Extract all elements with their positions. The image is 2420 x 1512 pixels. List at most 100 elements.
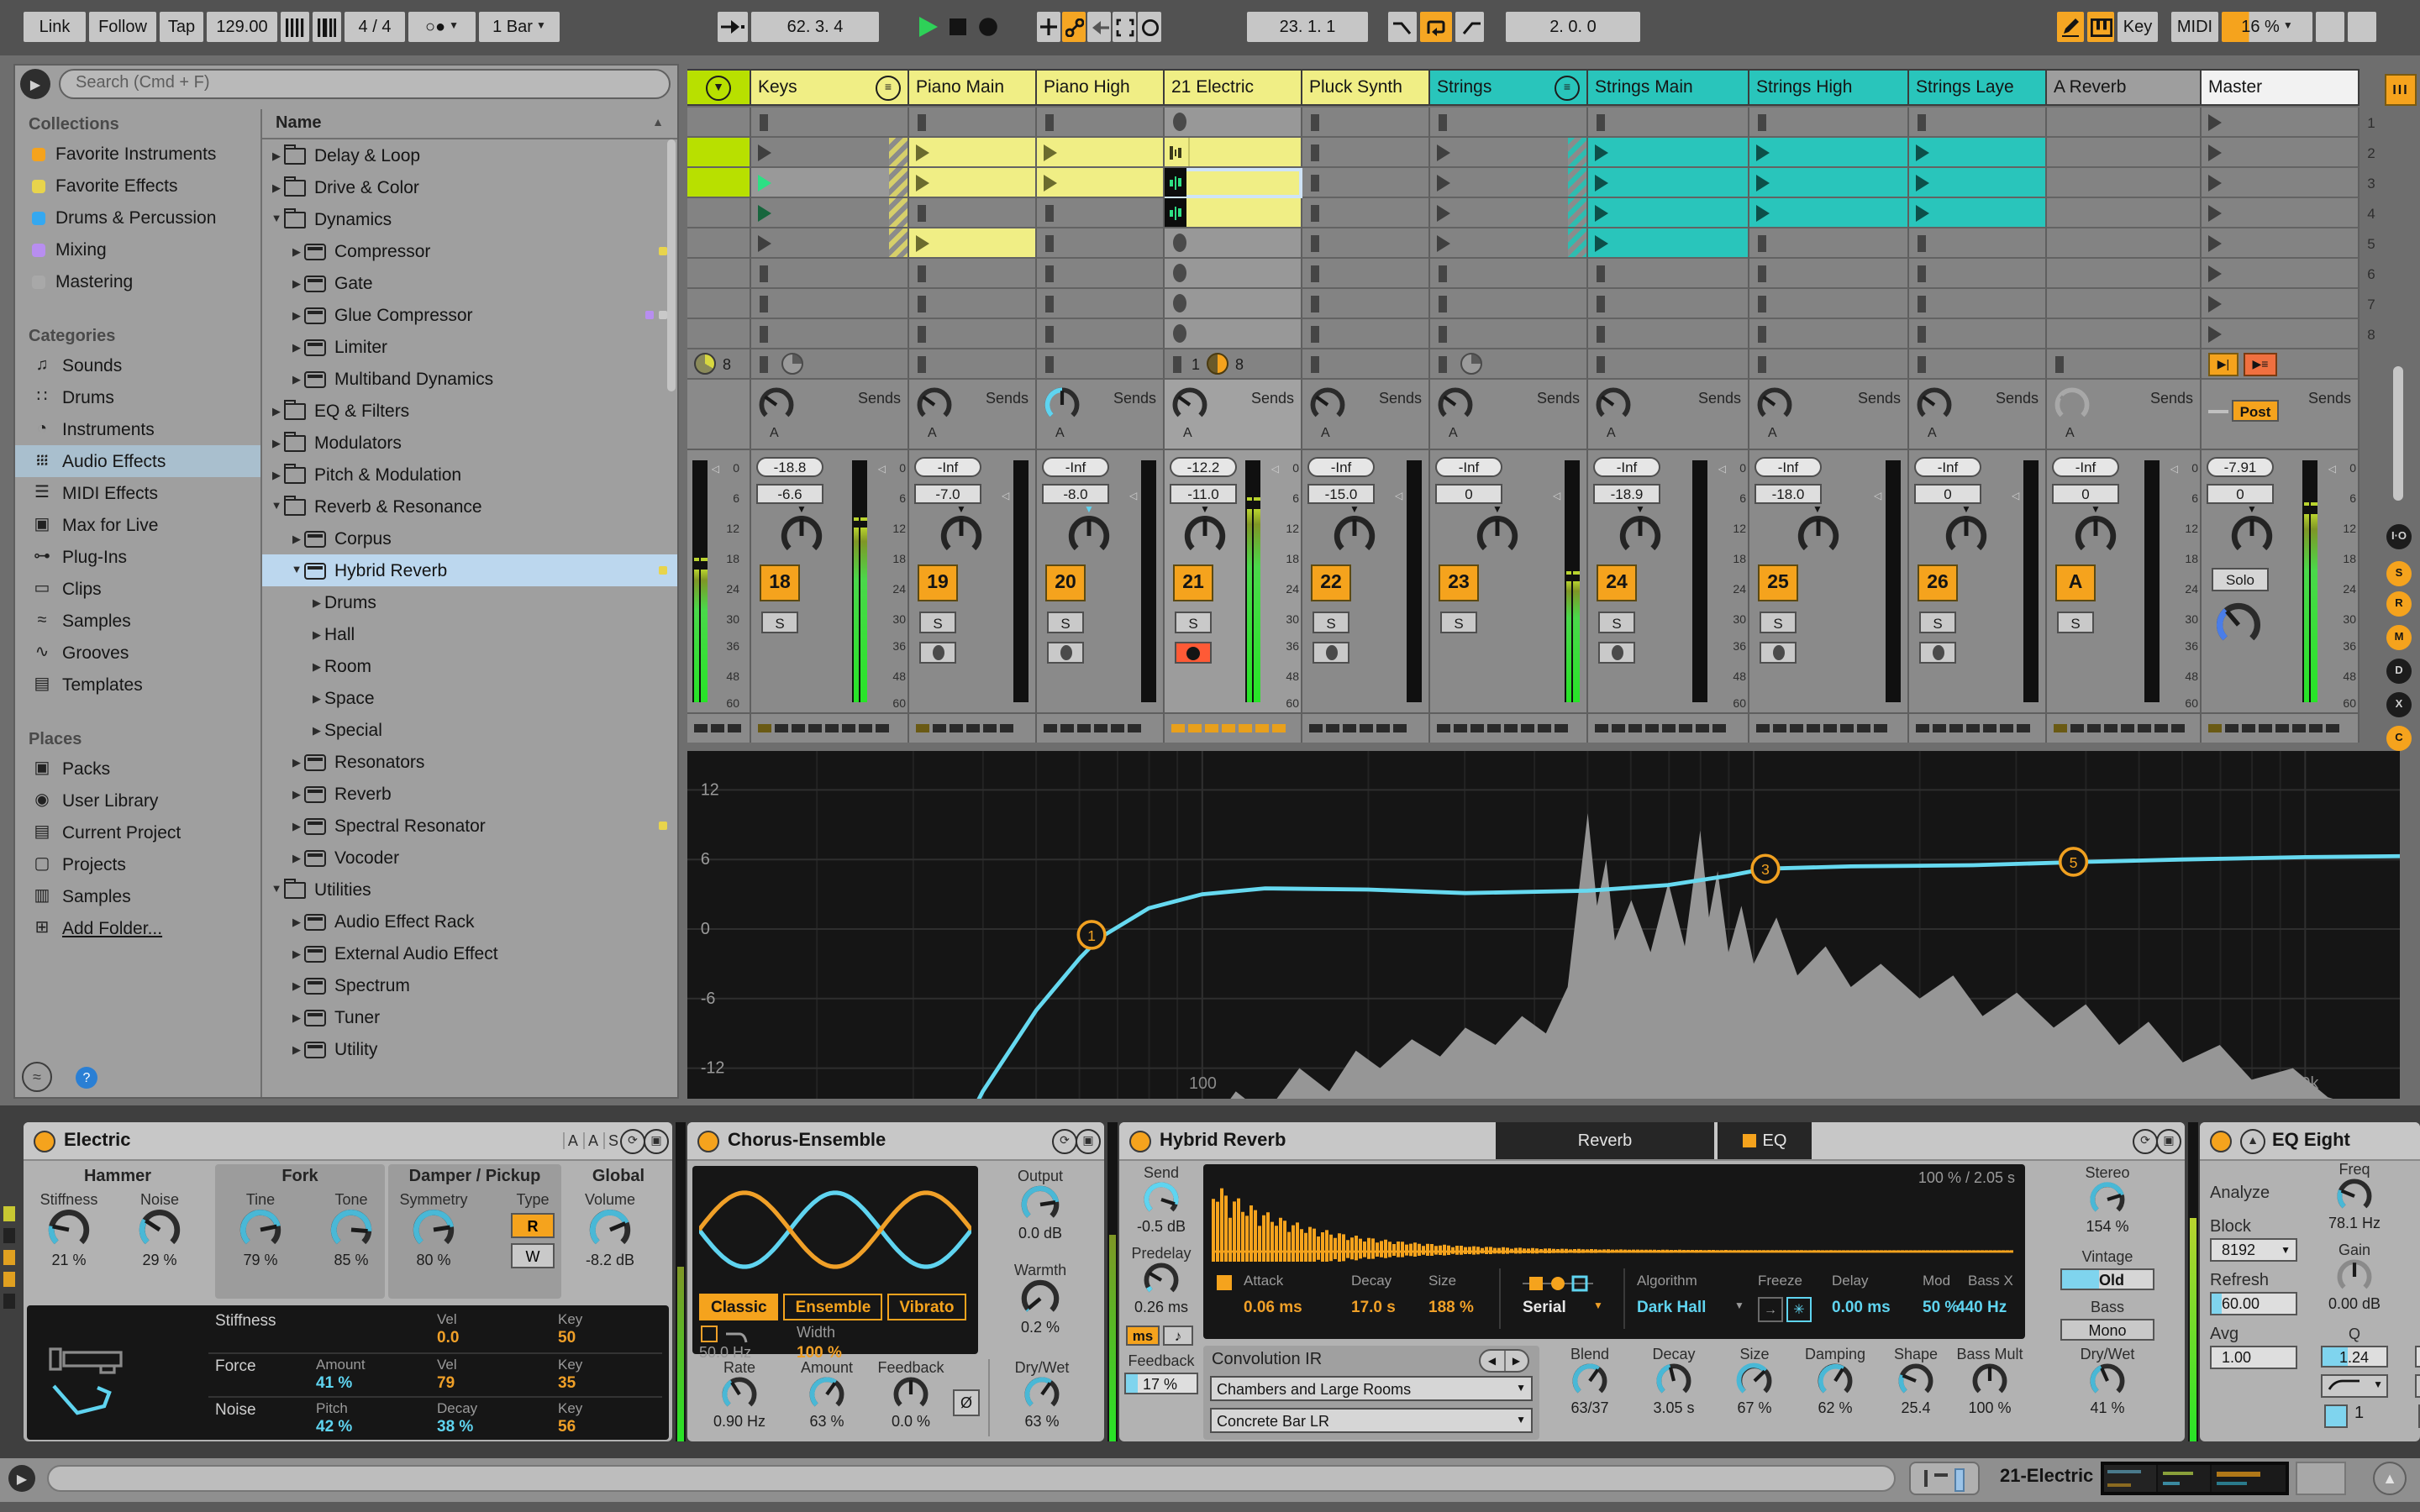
tree-item-vocoder[interactable]: ▶ Vocoder — [262, 842, 677, 874]
clip-play-button[interactable] — [1916, 174, 1929, 191]
volume-display[interactable]: 0 — [1435, 484, 1502, 504]
sidebar-item-current-project[interactable]: ▤ Current Project — [15, 816, 260, 848]
sends-area-strings-layer[interactable]: A Sends — [1909, 380, 2047, 450]
clip-slot-strings-main-4[interactable] — [1588, 198, 1749, 228]
group-play-button[interactable] — [1437, 204, 1450, 221]
eq8-band1-gain-knob[interactable] — [2336, 1258, 2373, 1295]
overview-bar-master[interactable] — [2202, 712, 2360, 743]
clip-stop-button[interactable] — [1045, 325, 1054, 342]
sends-area-keys[interactable]: A Sends — [751, 380, 909, 450]
device-activator-led[interactable] — [34, 1130, 55, 1152]
overview-bar-piano-main[interactable] — [909, 712, 1037, 743]
save-preset-icon[interactable]: ▣ — [2156, 1128, 2181, 1153]
tree-expand-arrow[interactable]: ▶ — [309, 723, 324, 737]
clip-slot-piano-high-2[interactable] — [1037, 138, 1165, 168]
clip-slot-strings-layer-6[interactable] — [1909, 259, 2047, 289]
scene-launch-button[interactable] — [2208, 174, 2222, 191]
tree-item-gate[interactable]: ▶ Gate — [262, 267, 677, 299]
type-option-r[interactable]: R — [511, 1213, 555, 1238]
electric-tone[interactable]: Tone 85 % — [313, 1191, 390, 1268]
track-number-button[interactable]: 25 — [1758, 564, 1798, 601]
tree-expand-arrow[interactable]: ▶ — [289, 915, 304, 928]
tree-item-compressor[interactable]: ▶ Compressor — [262, 235, 677, 267]
clip-slot-strings-main-8[interactable] — [1588, 319, 1749, 349]
clip-slot-strings-main-3[interactable] — [1588, 168, 1749, 198]
freeze-button[interactable]: ✳ — [1786, 1297, 1812, 1322]
hybrid-send[interactable]: Send -0.5 dB — [1123, 1164, 1200, 1235]
electric-volume-knob[interactable] — [588, 1208, 632, 1252]
clip-stop-button[interactable] — [1311, 234, 1319, 251]
mod-value[interactable]: 35 — [558, 1374, 576, 1393]
chorus-warmth[interactable]: Warmth 0.2 % — [993, 1262, 1087, 1336]
tree-expand-arrow[interactable]: ▶ — [269, 181, 284, 194]
stop-all-track-clips-button[interactable] — [1045, 355, 1054, 372]
clip-slot-piano-high-1[interactable] — [1037, 108, 1165, 138]
overview-bar-pluck-synth[interactable] — [1302, 712, 1430, 743]
mixer-strip-strings-main[interactable]: -Inf -18.9 ▼ 24 S 0 6 12 18 24 30 36 48 60 ◁ — [1588, 450, 1749, 712]
tree-item-space[interactable]: ▶ Space — [262, 682, 677, 714]
clip-slot-master-1[interactable] — [2202, 108, 2360, 138]
mod-value[interactable]: 56 — [558, 1418, 576, 1436]
mixer-strip-pluck-synth[interactable]: -Inf -15.0 ▼ 22 S ◁ — [1302, 450, 1430, 712]
mixer-strip-keys[interactable]: -18.8 -6.6 ▼ 18 S 0 6 12 18 24 30 36 48 60 ◁ — [751, 450, 909, 712]
ms-button[interactable]: ms — [1126, 1326, 1160, 1346]
record-slot-button[interactable] — [1173, 324, 1186, 343]
send-a-knob[interactable] — [1044, 386, 1081, 423]
clip-slot-keys-2[interactable] — [751, 138, 909, 168]
transport-key-map-mode[interactable]: Key — [2118, 12, 2158, 42]
tree-expand-arrow[interactable]: ▶ — [289, 979, 304, 992]
clip-slot-strings-high-8[interactable] — [1749, 319, 1909, 349]
tree-item-spectrum[interactable]: ▶ Spectrum — [262, 969, 677, 1001]
tree-sort-header[interactable]: Name ▲ — [262, 109, 677, 139]
overview-bar-strings[interactable] — [1430, 712, 1588, 743]
tree-expand-arrow[interactable]: ▶ — [269, 436, 284, 449]
track-header-master[interactable]: Master — [2202, 69, 2360, 106]
solo-button[interactable]: S — [761, 612, 798, 633]
tree-expand-arrow[interactable]: ▶ — [289, 1042, 304, 1056]
hot-swap-icon[interactable]: ⟳ — [620, 1128, 645, 1153]
tree-item-utility[interactable]: ▶ Utility — [262, 1033, 677, 1065]
transport-arrangement-position[interactable]: 62. 3. 4 — [751, 12, 879, 42]
hot-swap-icon[interactable]: ⟳ — [2133, 1128, 2158, 1153]
track-header-scene-col[interactable]: ▼ — [687, 69, 751, 106]
eq8-band1-gain[interactable]: Gain 0.00 dB — [2311, 1242, 2398, 1312]
tree-item-modulators[interactable]: ▶ Modulators — [262, 427, 677, 459]
clip-play-button[interactable] — [1595, 144, 1608, 160]
pan-knob[interactable] — [1618, 514, 1662, 558]
rail-toggle-r[interactable]: R — [2386, 591, 2412, 617]
sidebar-item-audio-effects[interactable]: ᎒᎒᎒ Audio Effects — [15, 445, 260, 477]
clip-stop-button[interactable] — [1597, 113, 1605, 130]
clip-play-button[interactable] — [1595, 204, 1608, 221]
clip-slot-electric-21-6[interactable] — [1165, 259, 1302, 289]
preview-play-button[interactable]: ▶ — [20, 69, 50, 99]
tree-expand-arrow[interactable]: ▼ — [269, 213, 284, 225]
overview-bar-a-reverb[interactable] — [2047, 712, 2202, 743]
clip-stop-button[interactable] — [918, 204, 926, 221]
overview-bar-scene-col[interactable] — [687, 712, 751, 743]
mixer-strip-strings-layer[interactable]: -Inf 0 ▼ 26 S ◁ — [1909, 450, 2047, 712]
clip-slot-keys-1[interactable] — [751, 108, 909, 138]
clip-slot-a-reverb-7[interactable] — [2047, 289, 2202, 319]
mixer-strip-piano-main[interactable]: -Inf -7.0 ▼ 19 S ◁ — [909, 450, 1037, 712]
stop-row-a-reverb[interactable] — [2047, 349, 2202, 380]
clip-stop-button[interactable] — [1439, 113, 1447, 130]
record-slot-button[interactable] — [1173, 294, 1186, 312]
clip-slot-strings-layer-1[interactable] — [1909, 108, 2047, 138]
rail-toggle-x[interactable]: X — [2386, 692, 2412, 717]
tree-item-room[interactable]: ▶ Room — [262, 650, 677, 682]
transport-midi-arrangement-overdub[interactable] — [1037, 12, 1060, 42]
scene-launch-button[interactable] — [2208, 144, 2222, 160]
peak-level-display[interactable]: -Inf — [914, 457, 981, 477]
solo-button[interactable]: S — [1760, 612, 1797, 633]
tree-expand-arrow[interactable]: ▶ — [289, 244, 304, 258]
clip-slot-strings-layer-7[interactable] — [1909, 289, 2047, 319]
clip-slot-strings-high-2[interactable] — [1749, 138, 1909, 168]
send-a-knob[interactable] — [2054, 386, 2091, 423]
clip-slot-master-7[interactable] — [2202, 289, 2360, 319]
clip-slot-a-reverb-1[interactable] — [2047, 108, 2202, 138]
freeze-in-button[interactable]: → — [1758, 1297, 1783, 1322]
mode-classic[interactable]: Classic — [699, 1294, 779, 1320]
track-number-button[interactable]: 19 — [918, 564, 958, 601]
clip-slot-pluck-synth-8[interactable] — [1302, 319, 1430, 349]
clip-stop-button[interactable] — [1311, 295, 1319, 312]
